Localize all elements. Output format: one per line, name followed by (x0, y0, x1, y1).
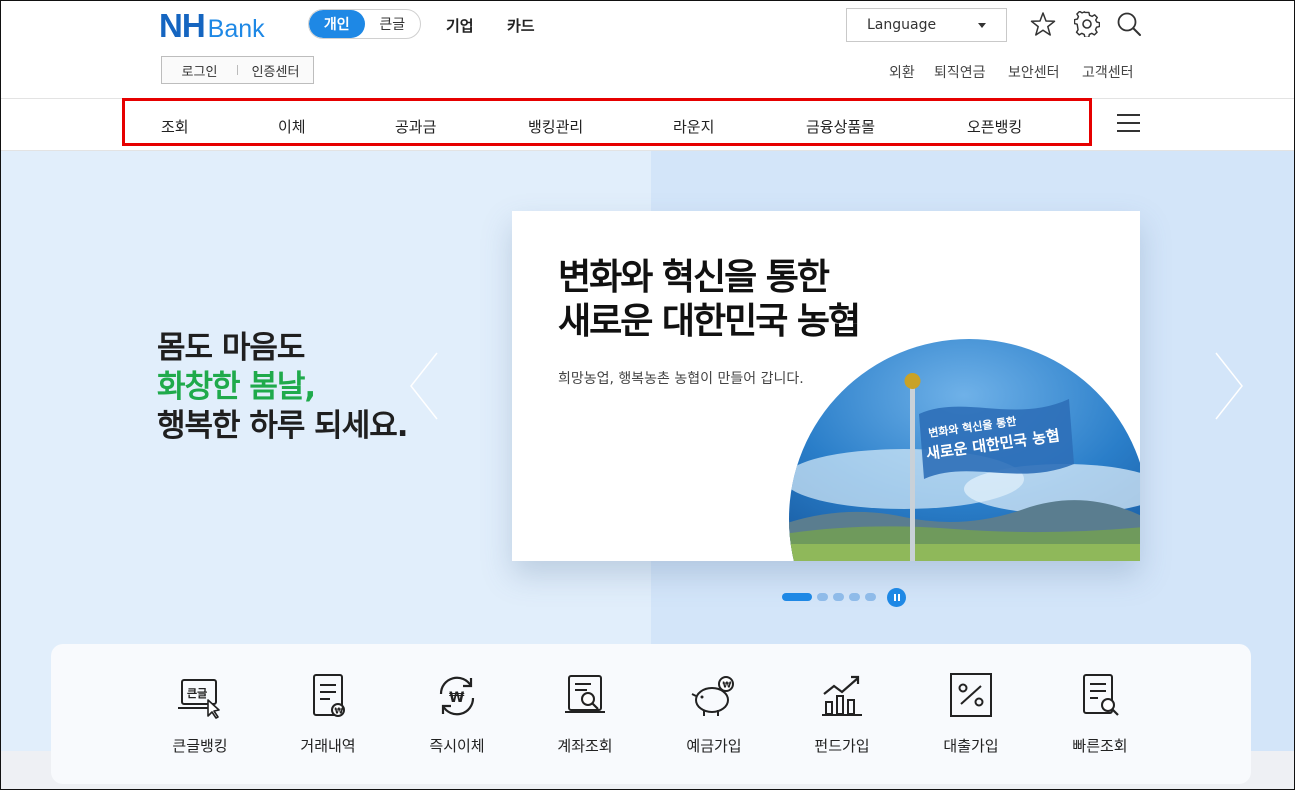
svg-text:₩: ₩ (723, 681, 732, 690)
banner-subtitle: 희망농업, 행복농촌 농협이 만들어 갑니다. (558, 371, 804, 387)
piggy-bank-icon: ₩ (691, 676, 734, 716)
card-link[interactable]: 카드 (507, 15, 535, 36)
logo-nh-text: NH (159, 7, 206, 44)
login-button[interactable]: 로그인 (162, 61, 237, 80)
quick-inquiry-icon (1083, 674, 1119, 716)
search-icon[interactable] (1116, 11, 1142, 37)
star-icon[interactable] (1030, 11, 1056, 37)
util-link-customer[interactable]: 고객센터 (1082, 62, 1134, 82)
quick-item-account-inquiry[interactable]: 계좌조회 (537, 672, 633, 762)
gnb-item-banking-mgmt[interactable]: 뱅킹관리 (528, 116, 583, 137)
account-inquiry-icon (565, 675, 605, 713)
banner-card[interactable]: 변화와 혁신을 통한 새로운 대한민국 농협 희망농업, 행복농촌 농협이 만들… (512, 211, 1140, 561)
growth-chart-icon (822, 675, 862, 716)
quick-item-quick-inquiry[interactable]: 빠른조회 (1052, 672, 1148, 762)
chevron-right-icon[interactable] (1214, 351, 1244, 421)
quick-label: 큰글뱅킹 (172, 737, 228, 755)
instant-transfer-icon: ₩ (439, 676, 475, 716)
util-link-security[interactable]: 보안센터 (1008, 62, 1060, 82)
quick-item-deposit[interactable]: ₩ 예금가입 (666, 672, 762, 762)
nh-bank-logo[interactable]: NH Bank (159, 7, 265, 44)
quick-item-instant-transfer[interactable]: ₩ 즉시이체 (409, 672, 505, 762)
gnb-item-product-mall[interactable]: 금융상품몰 (806, 116, 875, 137)
language-label: Language (867, 17, 937, 33)
slide-dot-3[interactable] (833, 593, 844, 601)
pause-icon[interactable] (887, 587, 906, 607)
slide-dot-1[interactable] (782, 593, 812, 601)
header: NH Bank 개인 큰글 기업 카드 Language 로그인 인증센터 외환… (1, 1, 1294, 99)
quick-label: 계좌조회 (557, 737, 613, 755)
chevron-left-icon[interactable] (409, 351, 439, 421)
gnb-item-utility[interactable]: 공과금 (395, 116, 436, 137)
gnb-item-open-banking[interactable]: 오픈뱅킹 (967, 116, 1022, 137)
quick-item-loan[interactable]: 대출가입 (923, 672, 1019, 762)
quick-label: 즉시이체 (429, 737, 485, 755)
gear-icon[interactable] (1074, 11, 1100, 37)
slide-dot-2[interactable] (817, 593, 828, 601)
language-select[interactable]: Language (846, 8, 1007, 42)
personal-largetext-toggle: 개인 큰글 (308, 9, 421, 39)
logo-bank-text: Bank (207, 15, 265, 43)
quick-label: 빠른조회 (1072, 737, 1128, 755)
cert-center-button[interactable]: 인증센터 (238, 61, 313, 80)
quick-menu: 큰글 큰글뱅킹 ₩ 거래내역 ₩ 즉시이체 계좌조회 ₩ 예금가입 펀드가입 대… (51, 644, 1251, 784)
large-text-tab[interactable]: 큰글 (365, 10, 421, 38)
large-text-banking-icon: 큰글 (178, 679, 220, 719)
banner-title-line-1: 변화와 혁신을 통한 (558, 257, 830, 298)
browser-frame: NH Bank 개인 큰글 기업 카드 Language 로그인 인증센터 외환… (0, 0, 1295, 790)
gnb-item-transfer[interactable]: 이체 (278, 116, 306, 137)
slogan-line-2: 화창한 봄날, (157, 369, 316, 405)
util-link-forex[interactable]: 외환 (889, 62, 915, 82)
slide-dot-4[interactable] (849, 593, 860, 601)
slide-indicator (782, 587, 906, 607)
svg-text:₩: ₩ (335, 707, 344, 716)
slogan-line-3: 행복한 하루 되세요. (157, 408, 409, 444)
business-link[interactable]: 기업 (446, 15, 474, 36)
banner-title-line-2: 새로운 대한민국 농협 (558, 301, 861, 342)
util-link-pension[interactable]: 퇴직연금 (934, 62, 986, 82)
login-cert-group: 로그인 인증센터 (161, 56, 314, 84)
percent-icon (950, 673, 992, 717)
slogan-line-1: 몸도 마음도 (157, 330, 305, 366)
menu-icon[interactable] (1117, 114, 1140, 134)
quick-label: 예금가입 (686, 737, 742, 755)
transaction-history-icon: ₩ (313, 674, 345, 717)
quick-label: 대출가입 (943, 737, 999, 755)
slide-dot-5[interactable] (865, 593, 876, 601)
gnb-item-lounge[interactable]: 라운지 (673, 116, 714, 137)
banner-title: 변화와 혁신을 통한 새로운 대한민국 농협 (558, 256, 861, 344)
svg-text:₩: ₩ (449, 690, 465, 706)
personal-tab[interactable]: 개인 (309, 10, 365, 38)
quick-label: 거래내역 (300, 737, 356, 755)
svg-text:큰글: 큰글 (187, 687, 207, 700)
highlight-box (122, 98, 1092, 146)
global-nav: 조회 이체 공과금 뱅킹관리 라운지 금융상품몰 오픈뱅킹 (1, 98, 1294, 151)
flag-globe-illustration: 변화와 혁신을 통한 새로운 대한민국 농협 (789, 339, 1140, 561)
hero-slogan: 몸도 마음도 화창한 봄날, 행복한 하루 되세요. (157, 329, 409, 446)
quick-item-fund[interactable]: 펀드가입 (794, 672, 890, 762)
quick-item-large-text-banking[interactable]: 큰글 큰글뱅킹 (152, 672, 248, 762)
gnb-item-inquiry[interactable]: 조회 (161, 116, 189, 137)
chevron-down-icon (978, 23, 986, 28)
quick-label: 펀드가입 (814, 737, 870, 755)
quick-item-transactions[interactable]: ₩ 거래내역 (280, 672, 376, 762)
